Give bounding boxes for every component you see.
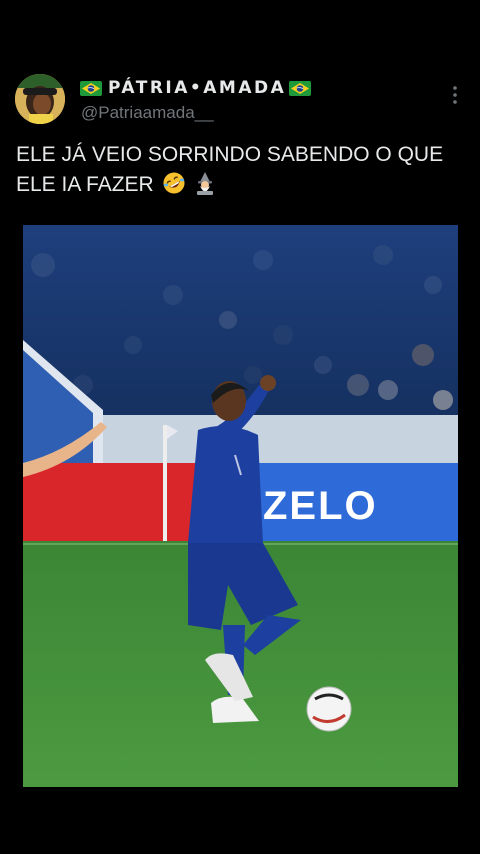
avatar[interactable] [15,74,65,124]
post-header: PÁTRIA•AMADA @Patriaamada__ [0,68,480,132]
football [306,686,352,732]
advertising-board-red [23,463,199,541]
display-name-text: PÁTRIA•AMADA [108,78,287,98]
stand-barrier [103,415,458,463]
advertising-board-text: ZELO [263,484,378,528]
post-text-content: ELE JÁ VEIO SORRINDO SABENDO O QUE ELE I… [16,143,444,196]
display-name[interactable]: PÁTRIA•AMADA [80,77,312,99]
rolling-on-floor-laughing-emoji [162,171,186,195]
user-handle[interactable]: @Patriaamada__ [81,103,214,123]
post-video[interactable]: ZELO [23,225,458,787]
post-text: ELE JÁ VEIO SORRINDO SABENDO O QUE ELE I… [16,140,466,200]
corner-flag-pole [163,425,167,550]
brazil-flag-icon [80,80,102,96]
brazil-flag-icon [289,80,312,96]
more-options-icon[interactable] [448,84,462,106]
wizard-emoji [193,171,217,195]
